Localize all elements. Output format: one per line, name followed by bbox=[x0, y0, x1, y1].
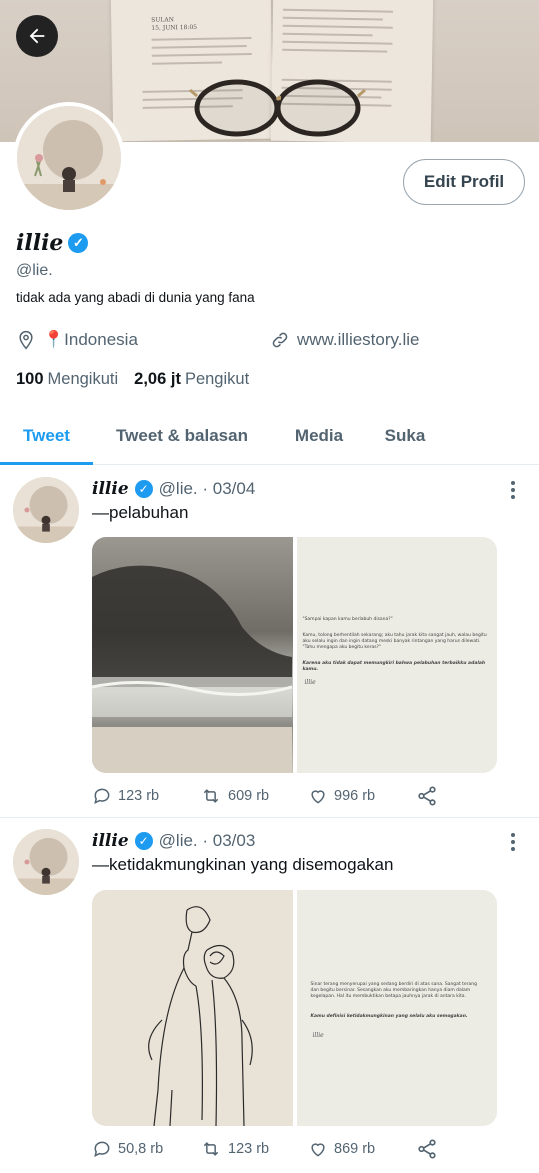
profile-tabs: Tweet Tweet & balasan Media Suka bbox=[0, 408, 539, 465]
profile-bio: tidak ada yang abadi di dunia yang fana bbox=[16, 290, 255, 305]
profile-handle: @lie. bbox=[16, 262, 53, 279]
line-drawing-image bbox=[148, 906, 253, 1126]
following-count: 100 bbox=[16, 370, 44, 388]
following-stat[interactable]: 100 Mengikuti bbox=[16, 370, 118, 389]
tweet-avatar[interactable] bbox=[13, 477, 79, 543]
share-icon bbox=[418, 1139, 436, 1159]
avatar-image bbox=[13, 477, 79, 543]
share-icon bbox=[418, 786, 436, 806]
share-button[interactable] bbox=[416, 785, 438, 807]
sea-cliff-image bbox=[92, 565, 292, 773]
followers-stat[interactable]: 2,06 jt Pengikut bbox=[134, 370, 249, 389]
tweet-text: —pelabuhan bbox=[92, 503, 189, 522]
retweet-button[interactable]: 123 rb bbox=[200, 1138, 308, 1160]
location-text: 📍Indonesia bbox=[43, 330, 138, 349]
share-button[interactable] bbox=[416, 1138, 438, 1160]
avatar-image bbox=[17, 106, 121, 210]
back-button[interactable] bbox=[16, 15, 58, 57]
verified-badge-icon: ✓ bbox=[68, 233, 89, 253]
retweet-count: 123 rb bbox=[228, 1141, 270, 1157]
heart-icon bbox=[311, 1143, 325, 1157]
media-note-image[interactable]: "Sampai kapan kamu berlabuh disana?" Kam… bbox=[296, 537, 497, 773]
more-options-icon[interactable] bbox=[506, 833, 520, 851]
follow-stats: 100 Mengikuti 2,06 jt Pengikut bbox=[16, 370, 249, 389]
like-button[interactable]: 996 rb bbox=[308, 785, 416, 807]
reply-icon bbox=[94, 788, 110, 805]
tab-suka[interactable]: Suka bbox=[367, 408, 443, 464]
retweet-icon bbox=[203, 789, 219, 803]
tweet-item[interactable]: illie ✓ @lie. · 03/04 —pelabuhan "Sampai… bbox=[0, 465, 539, 818]
tweet-text: —ketidakmungkinan yang disemogakan bbox=[92, 855, 394, 874]
reply-count: 123 rb bbox=[118, 788, 160, 804]
verified-badge-icon: ✓ bbox=[134, 832, 153, 850]
tweet-author-name[interactable]: illie bbox=[92, 479, 129, 499]
media-drawing-image[interactable] bbox=[92, 890, 293, 1126]
tweet-handle-date: @lie. · 03/03 bbox=[158, 831, 256, 850]
retweet-button[interactable]: 609 rb bbox=[200, 785, 308, 807]
note-signature: illie bbox=[304, 679, 316, 686]
profile-location: 📍Indonesia bbox=[16, 330, 138, 350]
note-line-2: Kamu, tolong berhentilah sekarang; aku t… bbox=[302, 633, 487, 650]
website-link[interactable]: www.illiestory.lie bbox=[297, 330, 420, 350]
retweet-count: 609 rb bbox=[228, 788, 270, 804]
retweet-icon bbox=[203, 1142, 219, 1156]
avatar-image bbox=[13, 829, 79, 895]
tab-media[interactable]: Media bbox=[271, 408, 367, 464]
note-line-2: Kamu definisi ketidakmungkinan yang sela… bbox=[310, 1014, 468, 1019]
following-label: Mengikuti bbox=[47, 370, 119, 388]
tweet-header: illie ✓ @lie. · 03/03 bbox=[92, 831, 255, 851]
reply-count: 50,8 rb bbox=[118, 1141, 164, 1157]
link-icon bbox=[272, 332, 288, 348]
tweet-header: illie ✓ @lie. · 03/04 bbox=[92, 479, 255, 499]
note-line-1: Sinar terang menyerupai yang sedang berd… bbox=[310, 982, 477, 999]
heart-icon bbox=[311, 790, 325, 804]
followers-count: 2,06 jt bbox=[134, 370, 181, 388]
tweet-handle-date: @lie. · 03/04 bbox=[158, 479, 256, 498]
display-name-text: illie bbox=[16, 230, 64, 256]
note-signature: illie bbox=[312, 1032, 324, 1039]
like-count: 869 rb bbox=[334, 1141, 376, 1157]
location-pin-icon bbox=[19, 330, 33, 350]
profile-display-name: illie ✓ bbox=[16, 230, 89, 256]
tweet-actions: 50,8 rb 123 rb 869 rb bbox=[92, 1138, 452, 1160]
media-note-image[interactable]: Sinar terang menyerupai yang sedang berd… bbox=[296, 890, 497, 1126]
followers-label: Pengikut bbox=[184, 370, 250, 388]
edit-profile-button[interactable]: Edit Profil bbox=[403, 159, 525, 205]
profile-avatar[interactable] bbox=[13, 102, 125, 214]
tweet-media[interactable]: "Sampai kapan kamu berlabuh disana?" Kam… bbox=[92, 537, 497, 773]
reply-icon bbox=[94, 1141, 110, 1158]
tweet-actions: 123 rb 609 rb 996 rb bbox=[92, 785, 452, 807]
arrow-left-icon bbox=[29, 28, 45, 44]
like-button[interactable]: 869 rb bbox=[308, 1138, 416, 1160]
tweet-media[interactable]: Sinar terang menyerupai yang sedang berd… bbox=[92, 890, 497, 1126]
tweet-item[interactable]: illie ✓ @lie. · 03/03 —ketidakmungkinan … bbox=[0, 818, 539, 1173]
tab-tweet[interactable]: Tweet bbox=[0, 408, 93, 465]
note-line-3: Karena aku tidak dapat memungkiri bahwa … bbox=[302, 661, 486, 672]
verified-badge-icon: ✓ bbox=[134, 480, 153, 498]
tweet-avatar[interactable] bbox=[13, 829, 79, 895]
tab-tweet-balasan[interactable]: Tweet & balasan bbox=[93, 408, 271, 464]
tweet-author-name[interactable]: illie bbox=[92, 831, 129, 851]
reply-button[interactable]: 50,8 rb bbox=[92, 1138, 200, 1160]
note-line-1: "Sampai kapan kamu berlabuh disana?" bbox=[302, 617, 393, 622]
more-options-icon[interactable] bbox=[506, 481, 520, 499]
reply-button[interactable]: 123 rb bbox=[92, 785, 200, 807]
like-count: 996 rb bbox=[334, 788, 376, 804]
profile-website[interactable]: www.illiestory.lie bbox=[270, 330, 420, 350]
media-photo-sea[interactable] bbox=[92, 537, 293, 773]
